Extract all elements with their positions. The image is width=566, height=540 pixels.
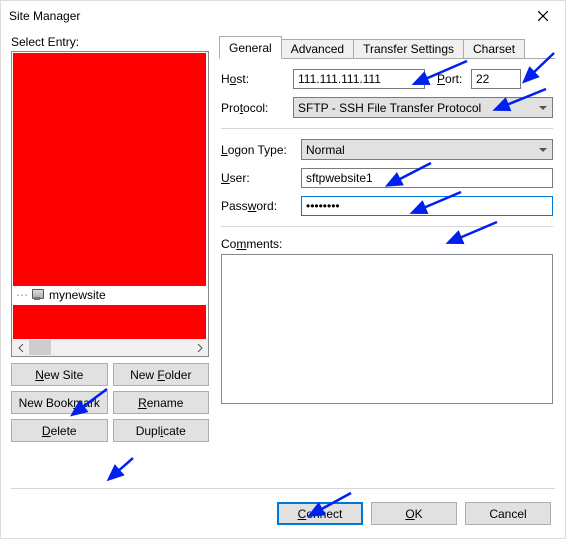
password-label: Password: (221, 199, 295, 213)
user-input[interactable] (301, 168, 553, 188)
site-tree[interactable]: ⋯ mynewsite (11, 51, 209, 357)
new-folder-button[interactable]: New Folder (113, 363, 210, 386)
divider-2 (221, 226, 553, 227)
logon-type-value: Normal (306, 143, 345, 157)
logon-type-select[interactable]: Normal (301, 139, 553, 160)
connect-button[interactable]: Connect (277, 502, 363, 525)
cancel-button[interactable]: Cancel (465, 502, 551, 525)
titlebar: Site Manager (1, 1, 565, 31)
new-site-button[interactable]: New Site (11, 363, 108, 386)
scroll-left-arrow[interactable] (12, 339, 29, 356)
tab-advanced[interactable]: Advanced (281, 39, 354, 58)
comments-label: Comments: (221, 237, 553, 251)
delete-button[interactable]: Delete (11, 419, 108, 442)
rename-button[interactable]: Rename (113, 391, 210, 414)
tab-charset[interactable]: Charset (463, 39, 525, 58)
host-label: Host: (221, 72, 287, 86)
protocol-value: SFTP - SSH File Transfer Protocol (298, 101, 481, 115)
chevron-down-icon (539, 148, 547, 152)
scroll-right-arrow[interactable] (191, 339, 208, 356)
port-label: Port: (437, 72, 465, 86)
comments-textarea[interactable] (221, 254, 553, 404)
redaction-block-2 (13, 305, 206, 339)
redaction-block-1 (13, 53, 206, 286)
password-input[interactable] (301, 196, 553, 216)
new-bookmark-button[interactable]: New Bookmark (11, 391, 108, 414)
protocol-label: Protocol: (221, 101, 287, 115)
tree-connector: ⋯ (16, 288, 27, 302)
site-manager-window: Site Manager Select Entry: ⋯ mynewsite (0, 0, 566, 539)
right-pane: General Advanced Transfer Settings Chars… (219, 35, 555, 488)
tab-transfer-settings[interactable]: Transfer Settings (353, 39, 464, 58)
close-button[interactable] (520, 1, 565, 31)
site-entry-mynewsite[interactable]: ⋯ mynewsite (16, 287, 106, 303)
protocol-select[interactable]: SFTP - SSH File Transfer Protocol (293, 97, 553, 118)
port-input[interactable] (471, 69, 521, 89)
left-pane: Select Entry: ⋯ mynewsite (11, 35, 209, 488)
window-title: Site Manager (9, 9, 520, 23)
server-icon (31, 289, 45, 301)
ok-button[interactable]: OK (371, 502, 457, 525)
scroll-thumb[interactable] (29, 340, 51, 355)
close-icon (538, 11, 548, 21)
horizontal-scrollbar[interactable] (12, 339, 208, 356)
logon-type-label: Logon Type: (221, 143, 295, 157)
host-input[interactable] (293, 69, 425, 89)
divider-1 (221, 128, 553, 129)
tab-general[interactable]: General (219, 36, 282, 59)
duplicate-button[interactable]: Duplicate (113, 419, 210, 442)
dialog-buttons: Connect OK Cancel (11, 488, 555, 538)
chevron-down-icon (539, 106, 547, 110)
user-label: User: (221, 171, 295, 185)
select-entry-label: Select Entry: (11, 35, 209, 49)
site-buttons: New Site New Folder New Bookmark Rename … (11, 363, 209, 442)
tab-bar: General Advanced Transfer Settings Chars… (219, 35, 555, 59)
site-entry-label: mynewsite (49, 288, 106, 302)
general-form: Host: Port: Protocol: SFTP - SSH File Tr… (219, 59, 555, 407)
